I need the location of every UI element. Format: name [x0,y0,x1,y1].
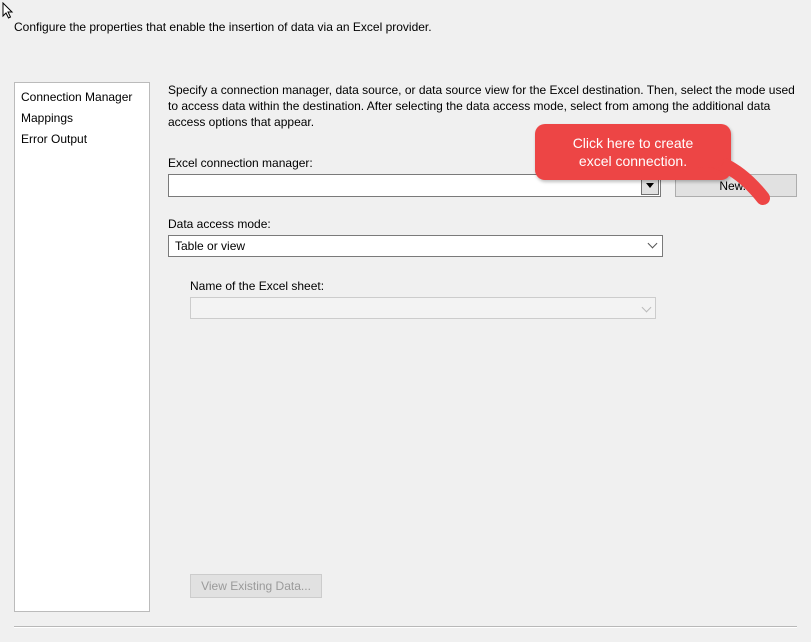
annotation-callout: Click here to create excel connection. [535,124,731,180]
divider [14,626,797,628]
sidebar-item-connection-manager[interactable]: Connection Manager [15,87,149,108]
data-access-mode-select[interactable]: Table or view [168,235,663,257]
annotation-arrow-icon [695,158,775,208]
sheet-name-dropdown-button [638,299,654,317]
sidebar-item-mappings[interactable]: Mappings [15,108,149,129]
sheet-name-label: Name of the Excel sheet: [190,279,797,293]
page-description: Configure the properties that enable the… [0,0,811,44]
data-access-mode-label: Data access mode: [168,217,797,231]
view-existing-data-button: View Existing Data... [190,574,322,598]
data-access-mode-value: Table or view [175,239,245,253]
sidebar: Connection Manager Mappings Error Output [14,82,150,612]
sheet-name-select [190,297,656,319]
chevron-down-icon [643,306,650,311]
data-access-mode-dropdown-button[interactable] [645,237,661,255]
sidebar-item-error-output[interactable]: Error Output [15,129,149,150]
intro-text: Specify a connection manager, data sourc… [168,82,797,130]
mouse-cursor-icon [2,2,16,20]
chevron-down-icon [649,242,657,250]
chevron-down-icon [646,183,654,188]
